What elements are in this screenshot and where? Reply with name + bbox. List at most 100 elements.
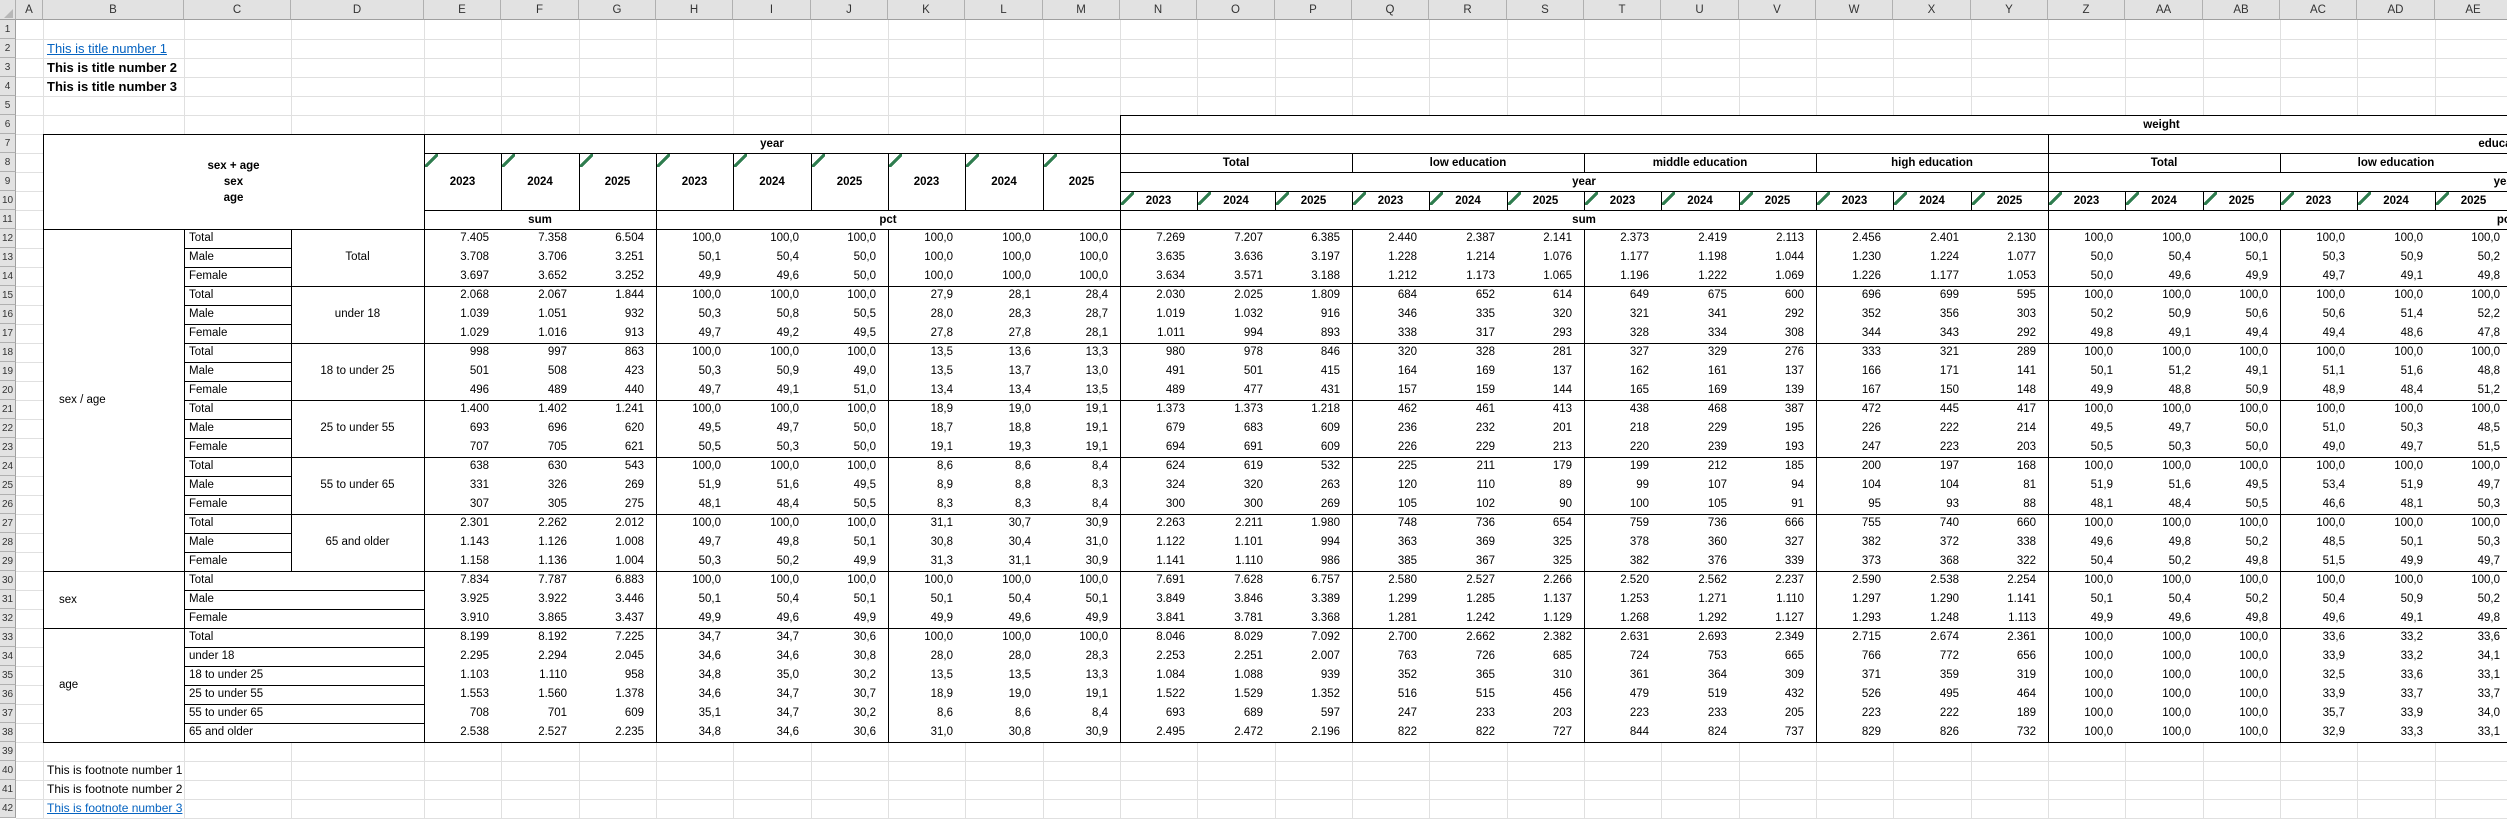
cell-W35[interactable]: 371 xyxy=(1816,666,1881,685)
cell-AA37[interactable]: 100,0 xyxy=(2125,704,2191,723)
stub-sex-20[interactable]: Female xyxy=(189,381,289,400)
stub-sex-17[interactable]: Female xyxy=(189,324,289,343)
cell-F16[interactable]: 1.051 xyxy=(501,305,567,324)
cell-X33[interactable]: 2.674 xyxy=(1893,628,1959,647)
cell-R25[interactable]: 110 xyxy=(1429,476,1495,495)
cell-W18[interactable]: 333 xyxy=(1816,343,1881,362)
cell-G25[interactable]: 269 xyxy=(579,476,644,495)
cell-U23[interactable]: 239 xyxy=(1661,438,1727,457)
cell-N35[interactable]: 1.084 xyxy=(1120,666,1185,685)
cell-AD12[interactable]: 100,0 xyxy=(2357,229,2423,248)
cell-AE22[interactable]: 48,5 xyxy=(2435,419,2500,438)
cell-AB26[interactable]: 50,5 xyxy=(2203,495,2268,514)
cell-H38[interactable]: 34,8 xyxy=(656,723,721,742)
stub-sex-15[interactable]: Total xyxy=(189,286,289,305)
cell-G32[interactable]: 3.437 xyxy=(579,609,644,628)
cell-M21[interactable]: 19,1 xyxy=(1043,400,1108,419)
cell-P25[interactable]: 263 xyxy=(1275,476,1340,495)
cell-AB22[interactable]: 50,0 xyxy=(2203,419,2268,438)
cell-Z24[interactable]: 100,0 xyxy=(2048,457,2113,476)
row-header-31[interactable]: 31 xyxy=(0,590,16,609)
cell-K21[interactable]: 18,9 xyxy=(888,400,953,419)
cell-K16[interactable]: 28,0 xyxy=(888,305,953,324)
cell-N26[interactable]: 300 xyxy=(1120,495,1185,514)
cell-L33[interactable]: 100,0 xyxy=(965,628,1031,647)
cell-R19[interactable]: 169 xyxy=(1429,362,1495,381)
cell-N30[interactable]: 7.691 xyxy=(1120,571,1185,590)
row-header-40[interactable]: 40 xyxy=(0,761,16,780)
cell-G23[interactable]: 621 xyxy=(579,438,644,457)
cell-AE32[interactable]: 49,8 xyxy=(2435,609,2500,628)
cell-M30[interactable]: 100,0 xyxy=(1043,571,1108,590)
cell-N15[interactable]: 2.030 xyxy=(1120,286,1185,305)
cell-S23[interactable]: 213 xyxy=(1507,438,1572,457)
cell-X13[interactable]: 1.224 xyxy=(1893,248,1959,267)
cell-M25[interactable]: 8,3 xyxy=(1043,476,1108,495)
cell-X35[interactable]: 359 xyxy=(1893,666,1959,685)
cell-U19[interactable]: 161 xyxy=(1661,362,1727,381)
cell-AC26[interactable]: 46,6 xyxy=(2280,495,2345,514)
cell-AE35[interactable]: 33,1 xyxy=(2435,666,2500,685)
cell-G20[interactable]: 440 xyxy=(579,381,644,400)
cell-V17[interactable]: 308 xyxy=(1739,324,1804,343)
cell-G30[interactable]: 6.883 xyxy=(579,571,644,590)
cell-Z25[interactable]: 51,9 xyxy=(2048,476,2113,495)
cell-K27[interactable]: 31,1 xyxy=(888,514,953,533)
cell-AA38[interactable]: 100,0 xyxy=(2125,723,2191,742)
cell-M29[interactable]: 30,9 xyxy=(1043,552,1108,571)
cell-Y37[interactable]: 189 xyxy=(1971,704,2036,723)
cell-H22[interactable]: 49,5 xyxy=(656,419,721,438)
cell-X32[interactable]: 1.248 xyxy=(1893,609,1959,628)
cell-O24[interactable]: 619 xyxy=(1197,457,1263,476)
cell-AA27[interactable]: 100,0 xyxy=(2125,514,2191,533)
cell-V21[interactable]: 387 xyxy=(1739,400,1804,419)
cell-M26[interactable]: 8,4 xyxy=(1043,495,1108,514)
cell-O16[interactable]: 1.032 xyxy=(1197,305,1263,324)
cell-K13[interactable]: 100,0 xyxy=(888,248,953,267)
cell-Z21[interactable]: 100,0 xyxy=(2048,400,2113,419)
cell-Y13[interactable]: 1.077 xyxy=(1971,248,2036,267)
cell-E21[interactable]: 1.400 xyxy=(424,400,489,419)
cell-Z28[interactable]: 49,6 xyxy=(2048,533,2113,552)
cell-Z30[interactable]: 100,0 xyxy=(2048,571,2113,590)
cell-V23[interactable]: 193 xyxy=(1739,438,1804,457)
cell-AA29[interactable]: 50,2 xyxy=(2125,552,2191,571)
row-header-42[interactable]: 42 xyxy=(0,799,16,818)
column-header-N[interactable]: N xyxy=(1120,0,1197,20)
cell-L13[interactable]: 100,0 xyxy=(965,248,1031,267)
cell-G12[interactable]: 6.504 xyxy=(579,229,644,248)
cell-X31[interactable]: 1.290 xyxy=(1893,590,1959,609)
cell-L19[interactable]: 13,7 xyxy=(965,362,1031,381)
cell-F36[interactable]: 1.560 xyxy=(501,685,567,704)
cell-P15[interactable]: 1.809 xyxy=(1275,286,1340,305)
cell-Q31[interactable]: 1.299 xyxy=(1352,590,1417,609)
cell-O35[interactable]: 1.088 xyxy=(1197,666,1263,685)
column-header-K[interactable]: K xyxy=(888,0,965,20)
cell-N13[interactable]: 3.635 xyxy=(1120,248,1185,267)
row-header-27[interactable]: 27 xyxy=(0,514,16,533)
cell-AA17[interactable]: 49,1 xyxy=(2125,324,2191,343)
cell-S18[interactable]: 281 xyxy=(1507,343,1572,362)
cell-Q34[interactable]: 763 xyxy=(1352,647,1417,666)
cell-M37[interactable]: 8,4 xyxy=(1043,704,1108,723)
cell-V38[interactable]: 737 xyxy=(1739,723,1804,742)
cell-S37[interactable]: 203 xyxy=(1507,704,1572,723)
header-pct-left[interactable]: pct xyxy=(656,210,1120,229)
cell-AB27[interactable]: 100,0 xyxy=(2203,514,2268,533)
cell-V37[interactable]: 205 xyxy=(1739,704,1804,723)
column-header-AD[interactable]: AD xyxy=(2357,0,2435,20)
cell-AE18[interactable]: 100,0 xyxy=(2435,343,2500,362)
cell-T31[interactable]: 1.253 xyxy=(1584,590,1649,609)
header-year-weight[interactable]: year xyxy=(1120,172,2048,191)
cell-AA24[interactable]: 100,0 xyxy=(2125,457,2191,476)
cell-K24[interactable]: 8,6 xyxy=(888,457,953,476)
cell-AC25[interactable]: 53,4 xyxy=(2280,476,2345,495)
cell-I28[interactable]: 49,8 xyxy=(733,533,799,552)
cell-Z36[interactable]: 100,0 xyxy=(2048,685,2113,704)
cell-K17[interactable]: 27,8 xyxy=(888,324,953,343)
cell-H35[interactable]: 34,8 xyxy=(656,666,721,685)
cell-J12[interactable]: 100,0 xyxy=(811,229,876,248)
cell-G15[interactable]: 1.844 xyxy=(579,286,644,305)
stub-age-group[interactable]: 55 to under 65 xyxy=(291,457,424,514)
cell-G16[interactable]: 932 xyxy=(579,305,644,324)
